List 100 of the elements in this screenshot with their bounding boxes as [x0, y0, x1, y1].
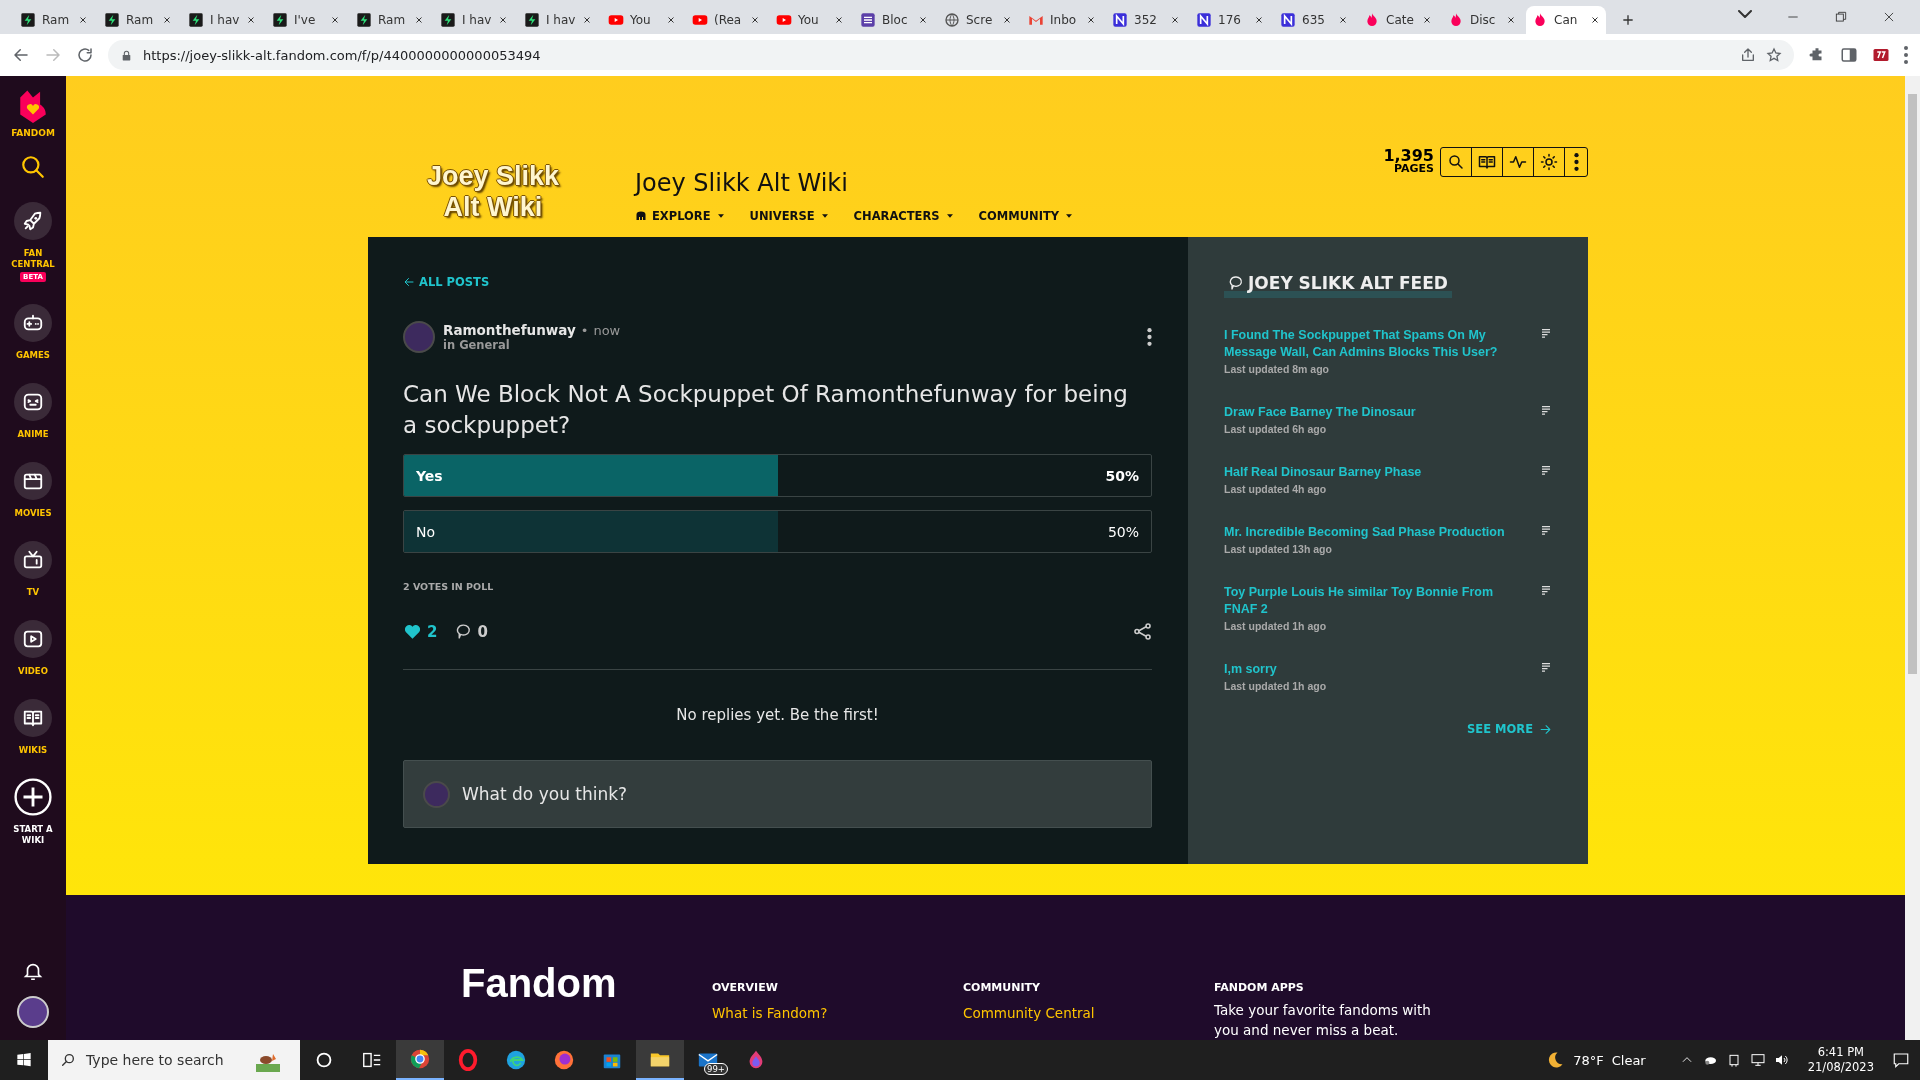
close-icon[interactable]: [1254, 15, 1264, 25]
close-icon[interactable]: [1422, 15, 1432, 25]
footer-link[interactable]: Community Central: [963, 1005, 1214, 1021]
scrollbar[interactable]: [1905, 76, 1920, 1040]
feed-post-link[interactable]: Toy Purple Louis He similar Toy Bonnie From FNAF 2: [1224, 584, 1528, 618]
nav-menu[interactable]: COMMUNITY: [978, 209, 1075, 223]
close-icon[interactable]: [1506, 15, 1516, 25]
browser-tab[interactable]: I hav: [182, 6, 262, 34]
network-icon[interactable]: [1749, 1052, 1766, 1068]
taskbar-app[interactable]: [396, 1040, 444, 1080]
weather-text[interactable]: Clear: [1611, 1052, 1646, 1068]
feed-post-link[interactable]: Mr. Incredible Becoming Sad Phase Production: [1224, 524, 1528, 541]
nav-button[interactable]: [14, 699, 52, 737]
back-arrow-icon[interactable]: [12, 46, 30, 64]
browser-tab[interactable]: 635: [1274, 6, 1354, 34]
close-icon[interactable]: [666, 15, 676, 25]
nav-menu[interactable]: CHARACTERS: [853, 209, 955, 223]
close-icon[interactable]: [330, 15, 340, 25]
nav-label[interactable]: ANIME: [3, 429, 63, 440]
browser-tab[interactable]: Cate: [1358, 6, 1438, 34]
taskbar-search-field[interactable]: Type here to search: [48, 1040, 300, 1080]
browser-tab[interactable]: Disc: [1442, 6, 1522, 34]
side-panel-icon[interactable]: [1840, 46, 1858, 64]
close-icon[interactable]: [498, 15, 508, 25]
more-icon[interactable]: [1147, 328, 1152, 346]
chevron-down-icon[interactable]: [1738, 10, 1752, 18]
author-name[interactable]: Ramonthefunway: [443, 322, 576, 338]
close-icon[interactable]: [1170, 15, 1180, 25]
fandom-logo[interactable]: Fandom: [461, 963, 712, 1003]
see-more-link[interactable]: SEE MORE: [1467, 722, 1552, 736]
close-icon[interactable]: [1338, 15, 1348, 25]
browser-tab[interactable]: Can: [1526, 6, 1606, 34]
avatar[interactable]: [17, 996, 49, 1028]
taskbar-app[interactable]: [636, 1040, 684, 1080]
close-icon[interactable]: [246, 15, 256, 25]
nav-button[interactable]: [14, 541, 52, 579]
browser-tab[interactable]: I hav: [518, 6, 598, 34]
address-bar[interactable]: https://joey-slikk-alt.fandom.com/f/p/4400000000000053494: [108, 40, 1794, 70]
browser-tab[interactable]: Ram: [98, 6, 178, 34]
browser-tab[interactable]: I hav: [434, 6, 514, 34]
close-icon[interactable]: [1882, 10, 1896, 24]
browser-tab[interactable]: Scre: [938, 6, 1018, 34]
extension-icon[interactable]: [1872, 46, 1890, 64]
poll-option[interactable]: No 50%: [403, 510, 1152, 553]
nav-label[interactable]: WIKIS: [3, 745, 63, 756]
close-icon[interactable]: [414, 15, 424, 25]
add-circle-icon[interactable]: [14, 778, 52, 816]
browser-tab[interactable]: Ram: [14, 6, 94, 34]
browser-tab[interactable]: 176: [1190, 6, 1270, 34]
wiki-title[interactable]: Joey Slikk Alt Wiki: [635, 169, 1384, 197]
like-button[interactable]: 2: [403, 622, 438, 641]
close-icon[interactable]: [582, 15, 592, 25]
star-icon[interactable]: [1766, 47, 1782, 63]
all-posts-link[interactable]: ALL POSTS: [403, 275, 1152, 289]
browser-tab[interactable]: You: [602, 6, 682, 34]
nav-button[interactable]: [14, 620, 52, 658]
close-icon[interactable]: [750, 15, 760, 25]
temperature[interactable]: 78°F: [1573, 1052, 1604, 1068]
restore-icon[interactable]: [1834, 10, 1848, 24]
nav-label[interactable]: TV: [3, 587, 63, 598]
share-icon[interactable]: [1133, 622, 1152, 641]
new-tab-icon[interactable]: [1620, 12, 1636, 28]
nav-label[interactable]: GAMES: [3, 350, 63, 361]
close-icon[interactable]: [78, 15, 88, 25]
nav-button[interactable]: [14, 462, 52, 500]
browser-tab[interactable]: Inbo: [1022, 6, 1102, 34]
share-icon[interactable]: [1740, 47, 1756, 63]
clock[interactable]: 6:41 PM 21/08/2023: [1807, 1045, 1874, 1075]
close-icon[interactable]: [918, 15, 928, 25]
windows-start-icon[interactable]: [16, 1052, 32, 1068]
nav-button[interactable]: [14, 383, 52, 421]
close-icon[interactable]: [1086, 15, 1096, 25]
notification-icon[interactable]: [1892, 1051, 1910, 1069]
browser-tab[interactable]: You: [770, 6, 850, 34]
post-category[interactable]: in General: [443, 338, 1139, 352]
taskbar-app[interactable]: 99+: [684, 1040, 732, 1080]
search-icon[interactable]: [20, 154, 46, 180]
poll-option[interactable]: Yes 50%: [403, 454, 1152, 497]
close-icon[interactable]: [1590, 15, 1600, 25]
feed-post-link[interactable]: I Found The Sockpuppet That Spams On My Message Wall, Can Admins Blocks This User?: [1224, 327, 1528, 361]
reply-field[interactable]: What do you think?: [403, 760, 1152, 828]
browser-tab[interactable]: (Rea: [686, 6, 766, 34]
browser-tab[interactable]: Bloc: [854, 6, 934, 34]
close-icon[interactable]: [834, 15, 844, 25]
close-icon[interactable]: [162, 15, 172, 25]
browser-tab[interactable]: I've: [266, 6, 346, 34]
nav-label[interactable]: VIDEO: [3, 666, 63, 677]
nav-menu[interactable]: EXPLORE: [635, 209, 726, 223]
nav-label[interactable]: MOVIES: [3, 508, 63, 519]
footer-link[interactable]: What is Fandom?: [712, 1005, 963, 1021]
nav-label[interactable]: FAN CENTRAL: [3, 248, 63, 270]
nav-menu[interactable]: UNIVERSE: [749, 209, 830, 223]
feed-post-link[interactable]: Half Real Dinosaur Barney Phase: [1224, 464, 1528, 481]
start-wiki-label[interactable]: START A WIKI: [11, 824, 55, 846]
browser-tab[interactable]: 352: [1106, 6, 1186, 34]
more-icon[interactable]: [1904, 46, 1908, 64]
reload-icon[interactable]: [76, 46, 94, 64]
close-icon[interactable]: [1002, 15, 1012, 25]
feed-post-link[interactable]: Draw Face Barney The Dinosaur: [1224, 404, 1528, 421]
browser-tab[interactable]: Ram: [350, 6, 430, 34]
